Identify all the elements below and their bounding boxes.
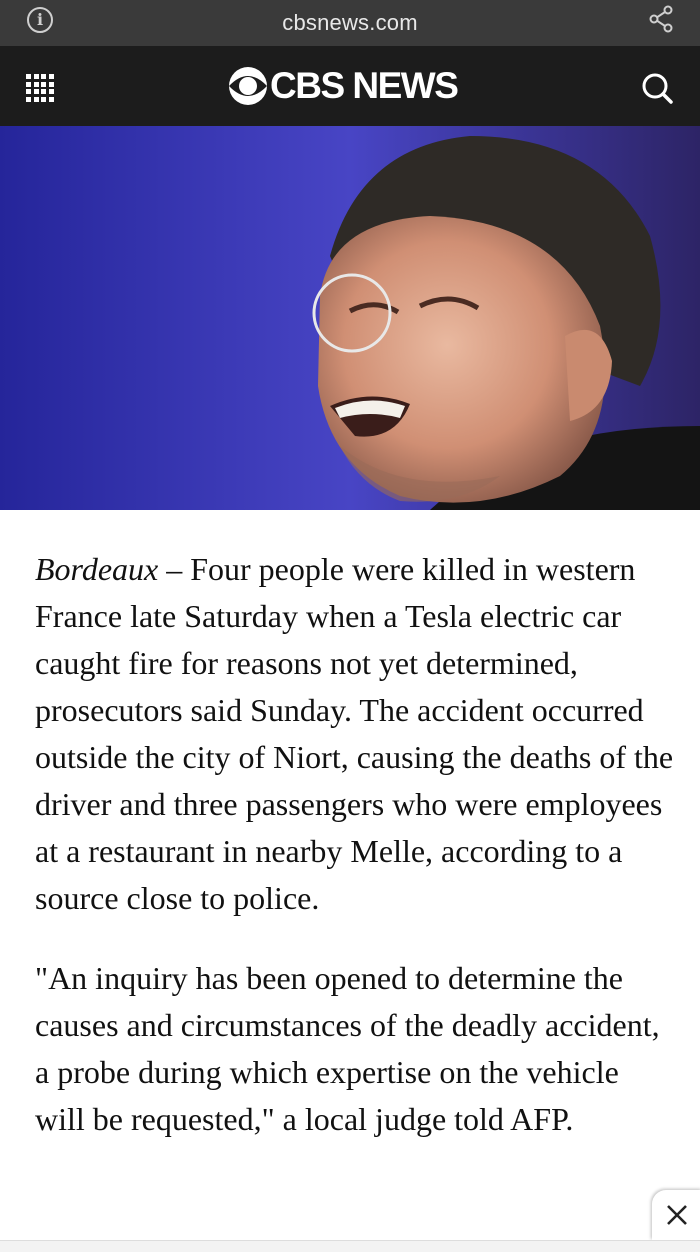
browser-url-bar[interactable]: i cbsnews.com [0, 0, 700, 46]
search-icon[interactable] [640, 71, 674, 105]
info-icon[interactable]: i [27, 7, 53, 33]
ad-banner-strip[interactable] [0, 1240, 700, 1252]
article-paragraph-1: Bordeaux – Four people were killed in we… [35, 546, 675, 922]
cbs-news-logo[interactable]: CBS NEWS [228, 65, 459, 106]
share-icon[interactable] [648, 5, 674, 33]
article-body: Bordeaux – Four people were killed in we… [35, 546, 675, 1176]
url-text[interactable]: cbsnews.com [282, 10, 417, 36]
grid-menu-icon[interactable] [26, 74, 54, 102]
portrait-illustration [0, 126, 700, 510]
paragraph-1-text: Four people were killed in western Franc… [35, 551, 674, 916]
cbs-eye-icon [229, 67, 267, 105]
site-header: CBS NEWS [0, 46, 700, 126]
article-paragraph-2: "An inquiry has been opened to determine… [35, 960, 660, 1137]
hero-photo [0, 126, 700, 510]
close-icon[interactable] [665, 1203, 689, 1227]
dateline: Bordeaux [35, 551, 159, 587]
logo-wordmark: CBS NEWS [270, 65, 459, 106]
dateline-dash: – [158, 551, 191, 587]
ad-close-button[interactable] [652, 1190, 700, 1240]
